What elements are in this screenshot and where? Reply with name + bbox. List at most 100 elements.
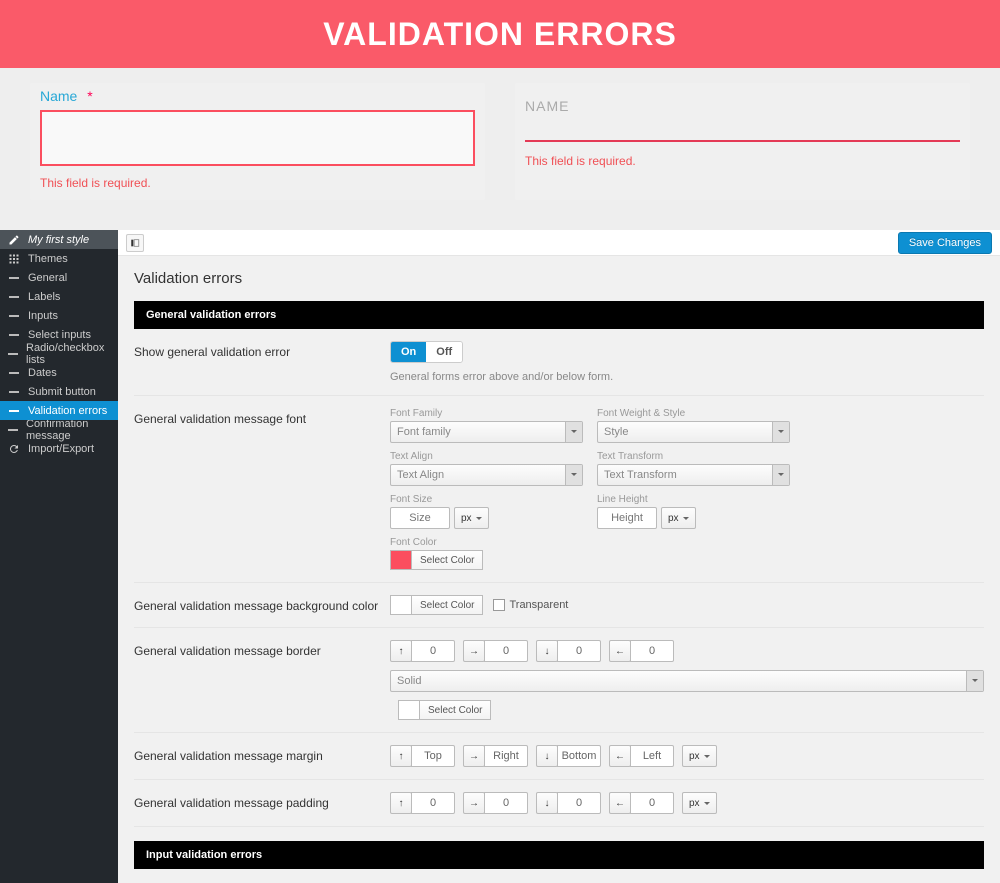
arrow-left-button[interactable]: ←: [609, 745, 631, 767]
value-input[interactable]: [557, 745, 601, 767]
font-size-unit-select[interactable]: px: [454, 507, 489, 529]
unit-text: px: [689, 751, 700, 762]
value-input[interactable]: [630, 640, 674, 662]
sidebar-item-submit-button[interactable]: Submit button: [0, 382, 118, 401]
underline-input-error-state[interactable]: [525, 140, 960, 142]
transparent-checkbox[interactable]: [493, 599, 505, 611]
value-input[interactable]: [630, 792, 674, 814]
value-input[interactable]: [411, 792, 455, 814]
arrow-right-button[interactable]: →: [463, 640, 485, 662]
arrow-down-button[interactable]: ↓: [536, 745, 558, 767]
preview-card-boxed: Name * This field is required.: [30, 83, 485, 200]
row-message-font: General validation message font Font Fam…: [134, 396, 984, 583]
content-area: Save Changes Validation errors General v…: [118, 230, 1000, 883]
minus-icon: [8, 334, 20, 336]
text-transform-select[interactable]: Text Transform: [597, 464, 790, 486]
hero-banner: VALIDATION ERRORS: [0, 0, 1000, 68]
sidebar-item-general[interactable]: General: [0, 268, 118, 287]
preview-card-underline: NAME This field is required.: [515, 83, 970, 200]
sidebar-item-radio-checkbox-lists[interactable]: Radio/checkbox lists: [0, 344, 118, 363]
setting-label: General validation message border: [134, 640, 390, 720]
checkbox-label: Transparent: [509, 599, 568, 611]
arrow-up-button[interactable]: ↑: [390, 792, 412, 814]
page-title: Validation errors: [134, 270, 984, 287]
mini-label: Text Transform: [597, 451, 790, 462]
value-input[interactable]: [557, 792, 601, 814]
value-input[interactable]: [484, 745, 528, 767]
toggle-on-off[interactable]: On Off: [390, 341, 463, 363]
save-changes-button[interactable]: Save Changes: [898, 232, 992, 254]
field-label-text: Name: [40, 88, 77, 104]
color-swatch[interactable]: [398, 700, 420, 720]
arrow-left-button[interactable]: ←: [609, 640, 631, 662]
mini-label: Line Height: [597, 494, 790, 505]
sidebar-item-labels[interactable]: Labels: [0, 287, 118, 306]
mini-label: Font Weight & Style: [597, 408, 790, 419]
arrow-up-button[interactable]: ↑: [390, 640, 412, 662]
arrow-down-button[interactable]: ↓: [536, 792, 558, 814]
minus-icon: [8, 372, 20, 374]
select-placeholder: Text Align: [397, 469, 444, 481]
toggle-off[interactable]: Off: [426, 342, 462, 362]
sidebar-item-dates[interactable]: Dates: [0, 363, 118, 382]
select-placeholder: Text Transform: [604, 469, 677, 481]
row-margin: General validation message margin ↑→↓←px: [134, 733, 984, 780]
select-color-button[interactable]: Select Color: [411, 550, 483, 570]
setting-label: General validation message font: [134, 408, 390, 570]
sidebar-item-label: Submit button: [28, 386, 96, 398]
sidebar-title-text: My first style: [28, 234, 89, 246]
minus-icon: [8, 315, 20, 317]
value-input[interactable]: [484, 640, 528, 662]
value-input[interactable]: [411, 640, 455, 662]
sidebar-item-label: Dates: [28, 367, 57, 379]
unit-select[interactable]: px: [682, 792, 717, 814]
line-height-input[interactable]: [597, 507, 657, 529]
line-height-unit-select[interactable]: px: [661, 507, 696, 529]
arrow-down-button[interactable]: ↓: [536, 640, 558, 662]
sidebar-item-confirmation-message[interactable]: Confirmation message: [0, 420, 118, 439]
row-border: General validation message border ↑ → ↓ ← So…: [134, 628, 984, 733]
toggle-on[interactable]: On: [391, 342, 426, 362]
select-color-button[interactable]: Select Color: [411, 595, 483, 615]
sidebar-item-themes[interactable]: Themes: [0, 249, 118, 268]
font-size-input[interactable]: [390, 507, 450, 529]
required-asterisk: *: [87, 88, 92, 104]
sidebar-item-label: Confirmation message: [26, 418, 110, 442]
sidebar-item-inputs[interactable]: Inputs: [0, 306, 118, 325]
sidebar-item-import-export[interactable]: Import/Export: [0, 439, 118, 458]
text-input-error-state[interactable]: [40, 110, 475, 166]
value-input[interactable]: [557, 640, 601, 662]
field-label: Name *: [40, 88, 475, 104]
mini-label: Font Family: [390, 408, 583, 419]
sidebar-item-label: Select inputs: [28, 329, 91, 341]
setting-label: General validation message background co…: [134, 595, 390, 615]
arrow-right-button[interactable]: →: [463, 745, 485, 767]
text-align-select[interactable]: Text Align: [390, 464, 583, 486]
arrow-left-button[interactable]: ←: [609, 792, 631, 814]
toggle-sidebar-button[interactable]: [126, 234, 144, 252]
value-input[interactable]: [630, 745, 674, 767]
color-swatch[interactable]: [390, 595, 412, 615]
unit-select[interactable]: px: [682, 745, 717, 767]
arrow-right-button[interactable]: →: [463, 792, 485, 814]
edit-icon: [8, 234, 20, 246]
sidebar-title[interactable]: My first style: [0, 230, 118, 249]
sidebar-item-validation-errors[interactable]: Validation errors: [0, 401, 118, 420]
mini-label: Font Size: [390, 494, 583, 505]
color-swatch[interactable]: [390, 550, 412, 570]
sidebar-item-label: Radio/checkbox lists: [26, 342, 110, 366]
border-style-select[interactable]: Solid: [390, 670, 984, 692]
value-input[interactable]: [484, 792, 528, 814]
font-weight-select[interactable]: Style: [597, 421, 790, 443]
font-family-select[interactable]: Font family: [390, 421, 583, 443]
select-color-button[interactable]: Select Color: [419, 700, 491, 720]
select-placeholder: Style: [604, 426, 628, 438]
section-general-errors: General validation errors: [134, 301, 984, 329]
field-label: NAME: [525, 98, 960, 114]
error-message: This field is required.: [525, 154, 960, 168]
arrow-up-button[interactable]: ↑: [390, 745, 412, 767]
sidebar-item-label: Labels: [28, 291, 60, 303]
hero-title: VALIDATION ERRORS: [323, 16, 677, 53]
mini-label: Font Color: [390, 537, 583, 548]
value-input[interactable]: [411, 745, 455, 767]
